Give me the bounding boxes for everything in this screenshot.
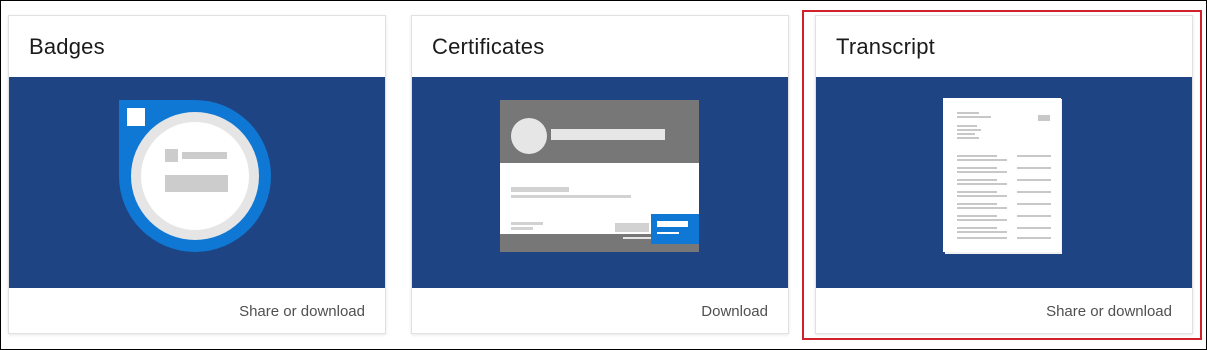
share-or-download-link[interactable]: Share or download [1046,303,1172,320]
badges-card[interactable]: Badges Share or download [8,15,386,334]
download-link[interactable]: Download [701,303,768,320]
card-title: Badges [29,34,105,59]
badge-illustration [9,77,385,288]
card-title: Transcript [836,34,935,59]
share-or-download-link[interactable]: Share or download [239,303,365,320]
certificates-card[interactable]: Certificates Download [411,15,789,334]
transcript-illustration [816,77,1192,288]
card-title: Certificates [432,34,545,59]
certificate-illustration [412,77,788,288]
transcript-card[interactable]: Transcript Share or download [815,15,1193,334]
